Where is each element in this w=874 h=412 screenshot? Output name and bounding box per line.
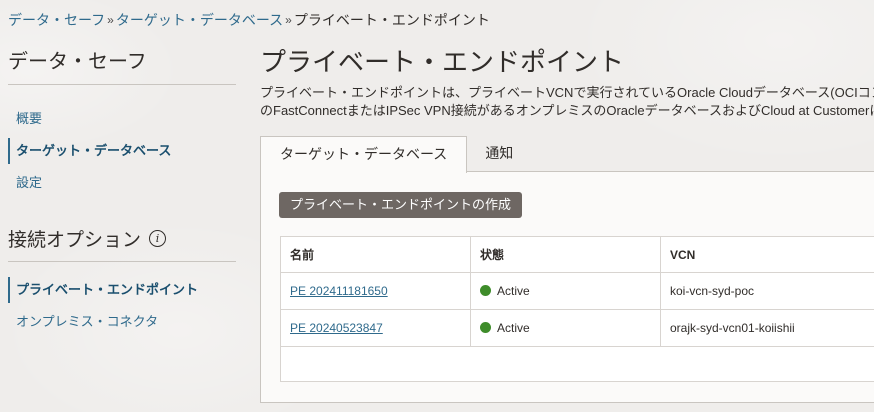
sidebar-nav-connectivity: プライベート・エンドポイント オンプレミス・コネクタ xyxy=(0,274,236,338)
sidebar-title: データ・セーフ xyxy=(8,51,147,73)
status-active-icon xyxy=(480,322,491,333)
cell-vcn: koi-vcn-syd-poc xyxy=(660,272,874,310)
description-line-1: プライベート・エンドポイントは、プライベートVCNで実行されているOracle … xyxy=(260,85,874,100)
sidebar-section-connectivity: 接続オプション i xyxy=(8,223,236,253)
tab-bar: ターゲット・データベース 通知 xyxy=(260,136,531,173)
endpoint-link[interactable]: PE 20240523847 xyxy=(290,321,383,335)
cell-status: Active xyxy=(470,309,661,347)
breadcrumb-separator: » xyxy=(107,13,114,27)
table-row: PE 20240523847 Active orajk-syd-vcn01-ko… xyxy=(280,309,874,347)
status-text: Active xyxy=(497,321,530,335)
table-empty-row xyxy=(280,346,874,382)
cell-name: PE 20240523847 xyxy=(280,309,471,347)
sidebar-nav: 概要 ターゲット・データベース 設定 xyxy=(0,103,236,199)
sidebar-item-private-endpoints[interactable]: プライベート・エンドポイント xyxy=(0,274,236,306)
column-header-name[interactable]: 名前 xyxy=(280,236,471,273)
breadcrumb-separator: » xyxy=(285,13,292,27)
endpoint-link[interactable]: PE 202411181650 xyxy=(290,284,388,298)
info-icon[interactable]: i xyxy=(149,229,167,247)
tab-panel: プライベート・エンドポイントの作成 名前 状態 VCN PE 202411181… xyxy=(260,171,874,403)
tab-target-databases[interactable]: ターゲット・データベース xyxy=(260,136,468,173)
main-content: プライベート・エンドポイント プライベート・エンドポイントは、プライベートVCN… xyxy=(260,44,874,403)
column-header-status[interactable]: 状態 xyxy=(470,236,661,273)
table-row: PE 202411181650 Active koi-vcn-syd-poc xyxy=(280,272,874,310)
private-endpoints-table: 名前 状態 VCN PE 202411181650 Active koi-vcn… xyxy=(280,236,874,382)
status-text: Active xyxy=(497,284,530,298)
cell-status: Active xyxy=(470,272,661,310)
cell-vcn: orajk-syd-vcn01-koiishii xyxy=(660,309,874,347)
breadcrumb-link-target-databases[interactable]: ターゲット・データベース xyxy=(116,10,283,30)
sidebar-item-on-premises-connectors[interactable]: オンプレミス・コネクタ xyxy=(0,306,236,338)
table-header-row: 名前 状態 VCN xyxy=(280,236,874,273)
sidebar-divider xyxy=(8,84,236,85)
sidebar-item-settings[interactable]: 設定 xyxy=(0,167,236,199)
sidebar-divider xyxy=(8,261,236,262)
sidebar: データ・セーフ 概要 ターゲット・データベース 設定 接続オプション i プライ… xyxy=(0,44,236,338)
page-description: プライベート・エンドポイントは、プライベートVCNで実行されているOracle … xyxy=(260,84,874,120)
tab-notifications[interactable]: 通知 xyxy=(467,136,531,172)
breadcrumb-current: プライベート・エンドポイント xyxy=(293,12,490,28)
create-private-endpoint-button[interactable]: プライベート・エンドポイントの作成 xyxy=(279,192,523,218)
description-line-2: のFastConnectまたはIPSec VPN接続があるオンプレミスのOrac… xyxy=(260,103,874,118)
column-header-vcn[interactable]: VCN xyxy=(660,236,874,273)
sidebar-item-overview[interactable]: 概要 xyxy=(0,103,236,135)
table-empty-cell xyxy=(280,346,874,382)
breadcrumb-link-data-safe[interactable]: データ・セーフ xyxy=(8,10,105,30)
status-active-icon xyxy=(480,285,491,296)
sidebar-item-target-databases[interactable]: ターゲット・データベース xyxy=(0,135,236,167)
sidebar-section-title: 接続オプション xyxy=(8,229,142,251)
cell-name: PE 202411181650 xyxy=(280,272,471,310)
breadcrumb: データ・セーフ » ターゲット・データベース » プライベート・エンドポイント xyxy=(8,10,490,30)
page-title: プライベート・エンドポイント xyxy=(260,47,625,77)
